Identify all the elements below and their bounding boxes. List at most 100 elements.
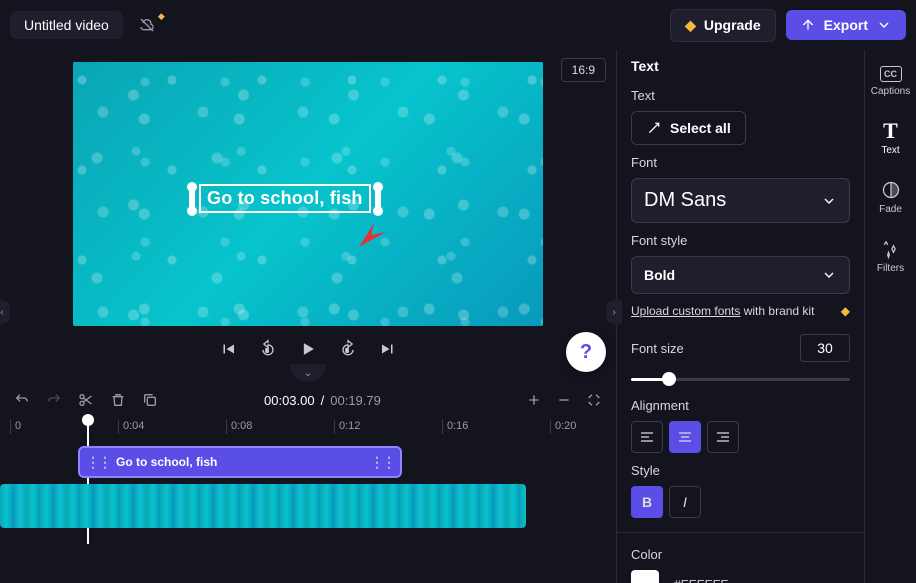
color-hex-value[interactable]: #FFFFFF	[673, 577, 728, 583]
fade-icon	[881, 180, 901, 200]
current-time-fraction: .00	[297, 393, 315, 408]
color-swatch[interactable]	[631, 570, 659, 583]
fit-timeline-button[interactable]	[586, 392, 602, 408]
collapse-preview-button[interactable]: ⌄	[290, 364, 326, 382]
ruler-tick: 0:20	[550, 420, 576, 434]
font-size-label: Font size	[631, 341, 684, 356]
font-dropdown[interactable]: DM Sans	[631, 178, 850, 223]
fade-label: Fade	[879, 204, 902, 215]
editor-area: ‹ › 16:9 Go to school, fish 5 5	[0, 50, 616, 583]
wand-icon	[646, 120, 662, 136]
help-button[interactable]: ?	[566, 332, 606, 372]
resize-handle-left[interactable]	[189, 187, 195, 211]
bold-button[interactable]: B	[631, 486, 663, 518]
align-center-button[interactable]	[669, 421, 701, 453]
premium-badge-icon: ◆	[158, 11, 165, 22]
filters-tool[interactable]: Filters	[865, 229, 916, 284]
timecode: 00:03.00 / 00:19.79	[264, 393, 381, 408]
select-all-button[interactable]: Select all	[631, 111, 746, 145]
align-right-button[interactable]	[707, 421, 739, 453]
overlay-text[interactable]: Go to school, fish	[199, 184, 371, 213]
panel-heading: Text	[631, 58, 850, 74]
chevron-down-icon	[821, 267, 837, 283]
text-icon: T	[881, 121, 901, 141]
tools-rail: CC Captions T Text Fade Filters	[864, 50, 916, 583]
text-tool-label: Text	[881, 145, 899, 156]
playhead[interactable]	[82, 414, 94, 426]
aspect-ratio-button[interactable]: 16:9	[561, 58, 606, 82]
filters-label: Filters	[877, 263, 904, 274]
upload-fonts-link[interactable]: Upload custom fonts with brand kit ◆	[631, 304, 850, 318]
font-label: Font	[631, 155, 850, 170]
font-style-label: Font style	[631, 233, 850, 248]
text-section-label: Text	[631, 88, 850, 103]
duplicate-button[interactable]	[142, 392, 158, 408]
upgrade-label: Upgrade	[704, 17, 761, 33]
zoom-out-button[interactable]	[556, 392, 572, 408]
skip-forward-button[interactable]	[377, 338, 399, 360]
color-row: #FFFFFF	[631, 570, 850, 583]
rewind-5-button[interactable]: 5	[257, 338, 279, 360]
undo-button[interactable]	[14, 392, 30, 408]
text-overlay[interactable]: Go to school, fish	[189, 184, 381, 213]
play-button[interactable]	[297, 338, 319, 360]
ruler-tick: 0:12	[334, 420, 360, 434]
svg-text:5: 5	[346, 348, 349, 354]
text-clip[interactable]: ⋮⋮ Go to school, fish ⋮⋮	[80, 448, 400, 476]
visibility-toggle[interactable]: ◆	[139, 17, 155, 33]
slider-thumb[interactable]	[662, 372, 676, 386]
font-value: DM Sans	[644, 189, 726, 212]
clip-grip-left[interactable]: ⋮⋮	[86, 454, 110, 471]
delete-button[interactable]	[110, 392, 126, 408]
total-time: 00:19	[330, 393, 363, 408]
font-style-value: Bold	[644, 267, 675, 283]
chevron-down-icon	[876, 17, 892, 33]
properties-panel: Text Text Select all Font DM Sans Font s…	[616, 50, 864, 583]
skip-back-button[interactable]	[217, 338, 239, 360]
text-style-label: Style	[631, 463, 850, 478]
upload-icon	[800, 17, 816, 33]
upgrade-button[interactable]: ◆ Upgrade	[670, 9, 776, 42]
total-time-fraction: .79	[363, 393, 381, 408]
text-style-group: B I	[631, 486, 850, 518]
current-time: 00:03	[264, 393, 297, 408]
playback-controls: 5 5	[0, 338, 616, 360]
select-all-label: Select all	[670, 120, 731, 136]
captions-icon: CC	[880, 66, 902, 82]
alignment-label: Alignment	[631, 398, 850, 413]
project-title[interactable]: Untitled video	[10, 11, 123, 39]
upload-fonts-rest: with brand kit	[740, 304, 814, 318]
export-label: Export	[824, 17, 868, 33]
timeline-tracks[interactable]: ⋮⋮ Go to school, fish ⋮⋮	[0, 448, 616, 538]
ruler-tick: 0:04	[118, 420, 144, 434]
chevron-down-icon	[821, 193, 837, 209]
font-style-dropdown[interactable]: Bold	[631, 256, 850, 294]
timeline-toolbar: 00:03.00 / 00:19.79	[0, 392, 616, 408]
color-label: Color	[631, 547, 850, 562]
add-track-button[interactable]	[526, 392, 542, 408]
video-preview[interactable]: Go to school, fish	[73, 62, 543, 326]
time-separator: /	[321, 393, 325, 408]
captions-tool[interactable]: CC Captions	[865, 56, 916, 107]
font-size-slider[interactable]	[631, 370, 850, 388]
resize-handle-right[interactable]	[375, 187, 381, 211]
clip-grip-right[interactable]: ⋮⋮	[370, 454, 394, 471]
ruler-tick: 0:16	[442, 420, 468, 434]
export-button[interactable]: Export	[786, 10, 906, 40]
italic-button[interactable]: I	[669, 486, 701, 518]
cursor-arrow-annotation	[353, 217, 389, 253]
text-clip-label: Go to school, fish	[116, 455, 217, 469]
fade-tool[interactable]: Fade	[865, 170, 916, 225]
redo-button[interactable]	[46, 392, 62, 408]
cloud-off-icon	[139, 17, 155, 33]
forward-5-button[interactable]: 5	[337, 338, 359, 360]
timeline-ruler[interactable]: 0 0:04 0:08 0:12 0:16 0:20	[0, 418, 616, 440]
text-tool[interactable]: T Text	[865, 111, 916, 166]
gem-icon: ◆	[685, 17, 696, 34]
video-clip[interactable]	[0, 484, 526, 528]
align-left-button[interactable]	[631, 421, 663, 453]
font-size-input[interactable]: 30	[800, 334, 850, 362]
upload-fonts-link-text: Upload custom fonts	[631, 304, 740, 318]
split-button[interactable]	[78, 392, 94, 408]
filters-icon	[881, 239, 901, 259]
